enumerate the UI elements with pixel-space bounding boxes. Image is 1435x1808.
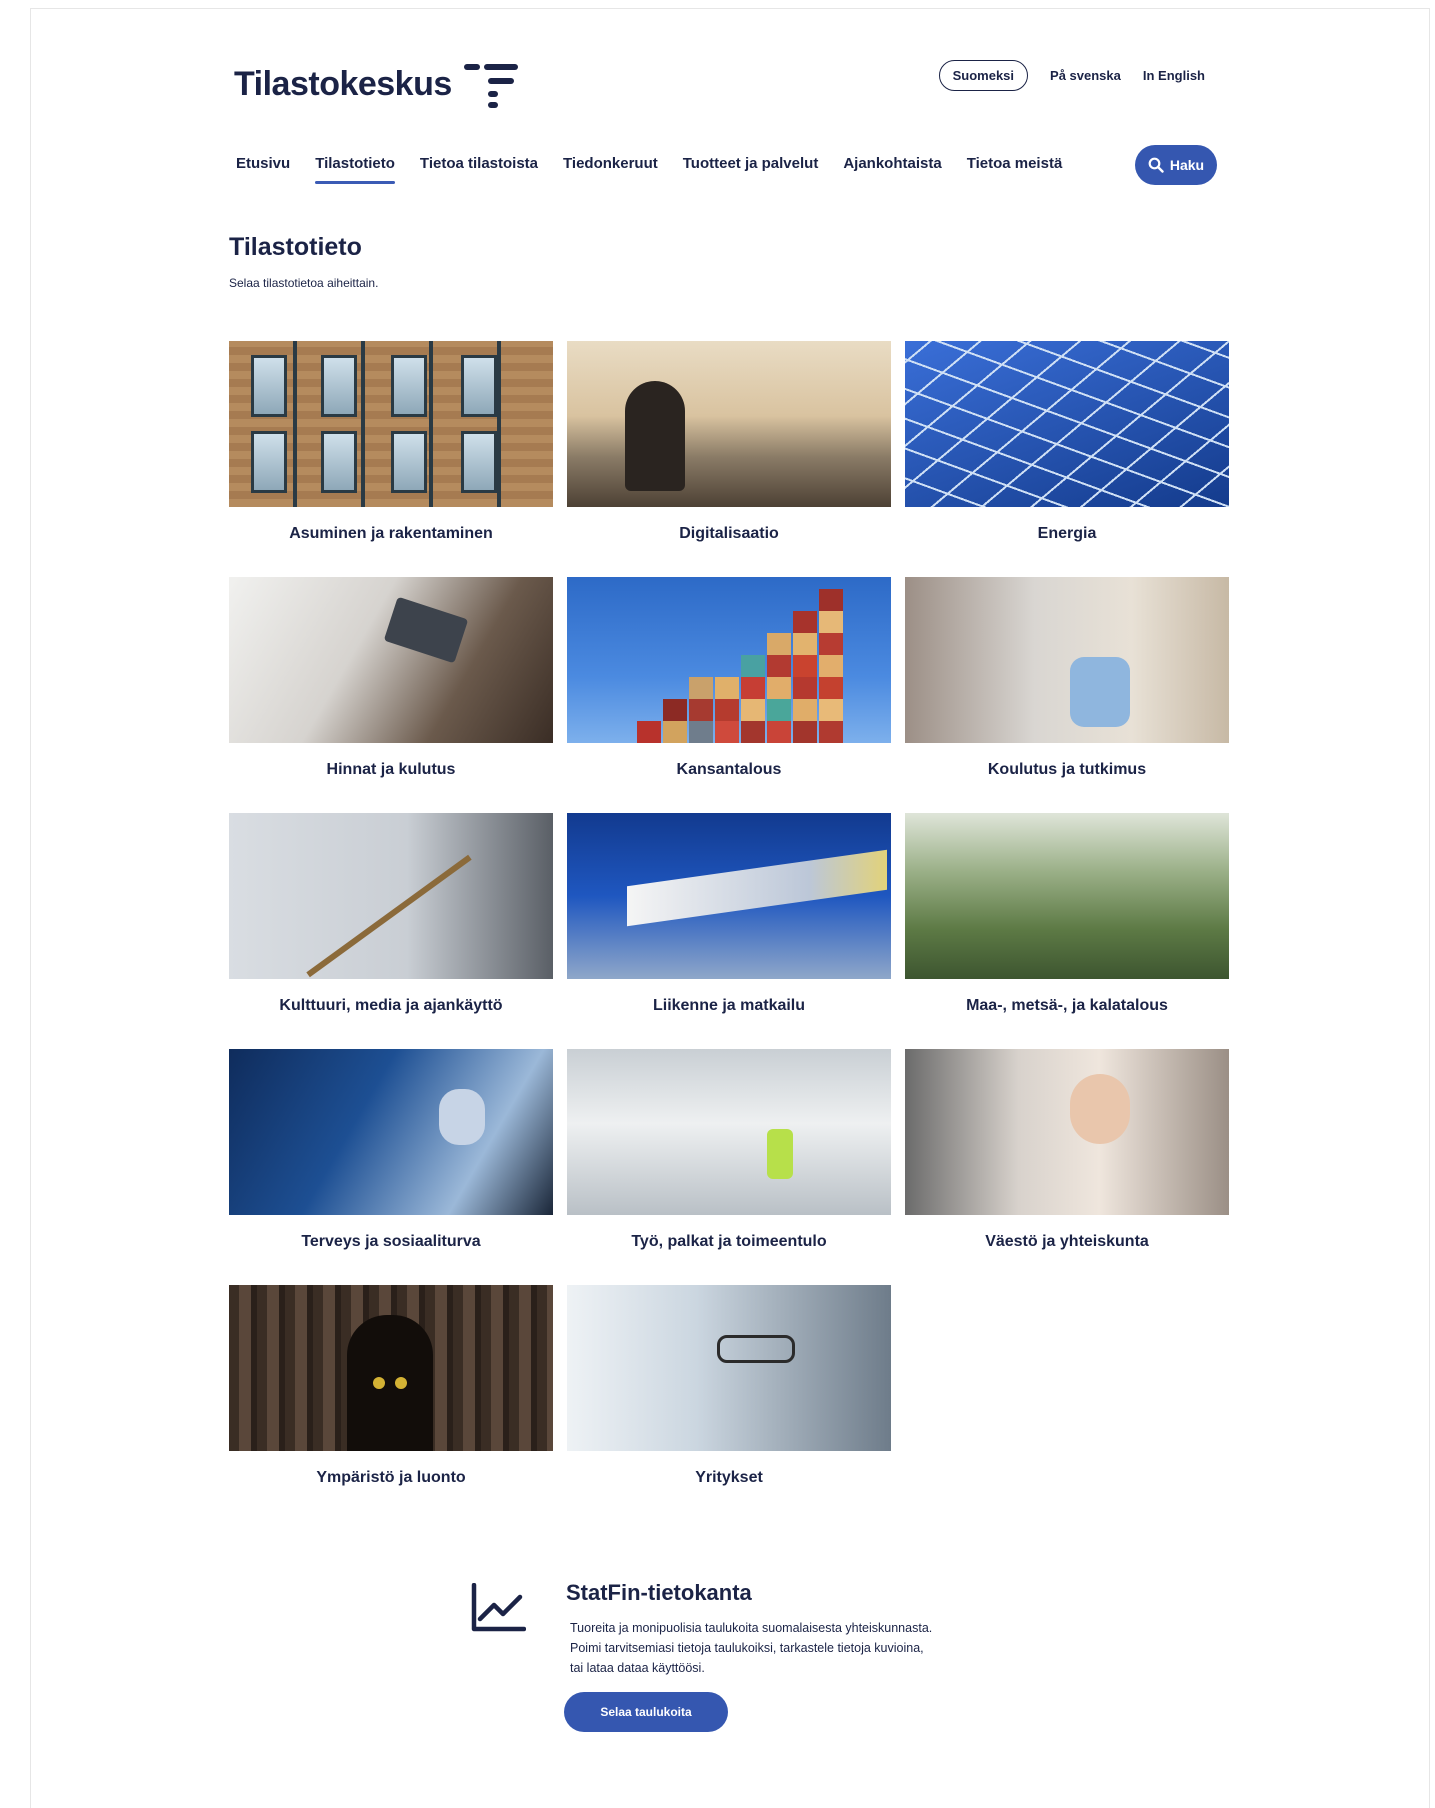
topic-card[interactable]: Liikenne ja matkailu [567, 813, 891, 1049]
topic-label: Työ, palkat ja toimeentulo [631, 1233, 827, 1250]
person-laptop-image [567, 341, 891, 507]
topic-label: Energia [1037, 525, 1097, 542]
main-nav: Etusivu Tilastotieto Tietoa tilastoista … [236, 155, 1062, 184]
girl-baby-image [905, 1049, 1229, 1215]
page-subtitle: Selaa tilastotietoa aiheittain. [229, 276, 379, 290]
statfin-description-line: tai lataa dataa käyttöösi. [570, 1661, 705, 1675]
topic-label: Ympäristö ja luonto [316, 1469, 466, 1486]
wheat-field-image [905, 813, 1229, 979]
search-label: Haku [1169, 157, 1205, 173]
credit-card-image [229, 577, 553, 743]
nav-item-etusivu[interactable]: Etusivu [236, 155, 290, 184]
child-walking-image [905, 577, 1229, 743]
topic-label: Hinnat ja kulutus [326, 761, 456, 778]
train-image [567, 813, 891, 979]
owl-image [229, 1285, 553, 1451]
topic-label: Digitalisaatio [679, 525, 779, 542]
language-switcher: Suomeksi På svenska In English [938, 60, 1205, 91]
topic-card[interactable]: Väestö ja yhteiskunta [905, 1049, 1229, 1285]
lab-worker-image [567, 1285, 891, 1451]
page-title: Tilastotieto [229, 233, 362, 261]
topic-label: Koulutus ja tutkimus [987, 761, 1147, 778]
topic-card[interactable]: Terveys ja sosiaaliturva [229, 1049, 553, 1285]
logo-mark-icon [463, 62, 518, 108]
topic-card[interactable]: Asuminen ja rakentaminen [229, 341, 553, 577]
shipping-containers-image [567, 577, 891, 743]
solar-panels-image [905, 341, 1229, 507]
nav-item-tilastotieto[interactable]: Tilastotieto [315, 155, 395, 184]
page: Tilastokeskus Suomeksi På svenska In Eng… [0, 0, 1435, 1808]
topic-card[interactable]: Kulttuuri, media ja ajankäyttö [229, 813, 553, 1049]
topic-card[interactable]: Digitalisaatio [567, 341, 891, 577]
surgeon-image [229, 1049, 553, 1215]
site-logo[interactable]: Tilastokeskus [234, 62, 518, 108]
topic-label: Maa-, metsä-, ja kalatalous [966, 997, 1168, 1014]
topic-card[interactable]: Kansantalous [567, 577, 891, 813]
topic-label: Yritykset [695, 1469, 763, 1486]
statfin-description-line: Tuoreita ja monipuolisia taulukoita suom… [570, 1621, 933, 1635]
topic-label: Liikenne ja matkailu [652, 997, 806, 1014]
line-chart-icon [471, 1583, 526, 1632]
nav-item-tietoa-tilastoista[interactable]: Tietoa tilastoista [420, 155, 538, 184]
topic-card[interactable]: Työ, palkat ja toimeentulo [567, 1049, 891, 1285]
nav-item-tiedonkeruut[interactable]: Tiedonkeruut [563, 155, 658, 184]
search-icon [1148, 157, 1164, 173]
topic-label: Kansantalous [676, 761, 782, 778]
lang-sv[interactable]: På svenska [1050, 68, 1121, 83]
browse-tables-button[interactable]: Selaa taulukoita [564, 1692, 728, 1732]
search-button[interactable]: Haku [1135, 145, 1217, 185]
topic-card[interactable]: Maa-, metsä-, ja kalatalous [905, 813, 1229, 1049]
logo-text: Tilastokeskus [234, 64, 452, 103]
statfin-description: Tuoreita ja monipuolisia taulukoita suom… [570, 1618, 980, 1678]
topic-card[interactable]: Energia [905, 341, 1229, 577]
topic-card[interactable]: Koulutus ja tutkimus [905, 577, 1229, 813]
topic-card[interactable]: Yritykset [567, 1285, 891, 1521]
lang-fi[interactable]: Suomeksi [938, 60, 1029, 91]
building-facade-image [229, 341, 553, 507]
trombone-player-image [229, 813, 553, 979]
nav-item-ajankohtaista[interactable]: Ajankohtaista [843, 155, 941, 184]
nav-item-tietoa-meista[interactable]: Tietoa meistä [967, 155, 1063, 184]
topic-label: Väestö ja yhteiskunta [985, 1233, 1149, 1250]
topic-grid: Asuminen ja rakentaminen Digitalisaatio … [229, 341, 1229, 1521]
nav-item-tuotteet-ja-palvelut[interactable]: Tuotteet ja palvelut [683, 155, 819, 184]
statfin-title: StatFin-tietokanta [566, 1580, 752, 1605]
topic-card[interactable]: Hinnat ja kulutus [229, 577, 553, 813]
topic-card[interactable]: Ympäristö ja luonto [229, 1285, 553, 1521]
lang-en[interactable]: In English [1143, 68, 1205, 83]
topic-label: Terveys ja sosiaaliturva [301, 1233, 481, 1250]
worker-image [567, 1049, 891, 1215]
statfin-description-line: Poimi tarvitsemiasi tietoja taulukoiksi,… [570, 1641, 924, 1655]
topic-label: Asuminen ja rakentaminen [289, 525, 493, 542]
topic-label: Kulttuuri, media ja ajankäyttö [279, 997, 503, 1014]
